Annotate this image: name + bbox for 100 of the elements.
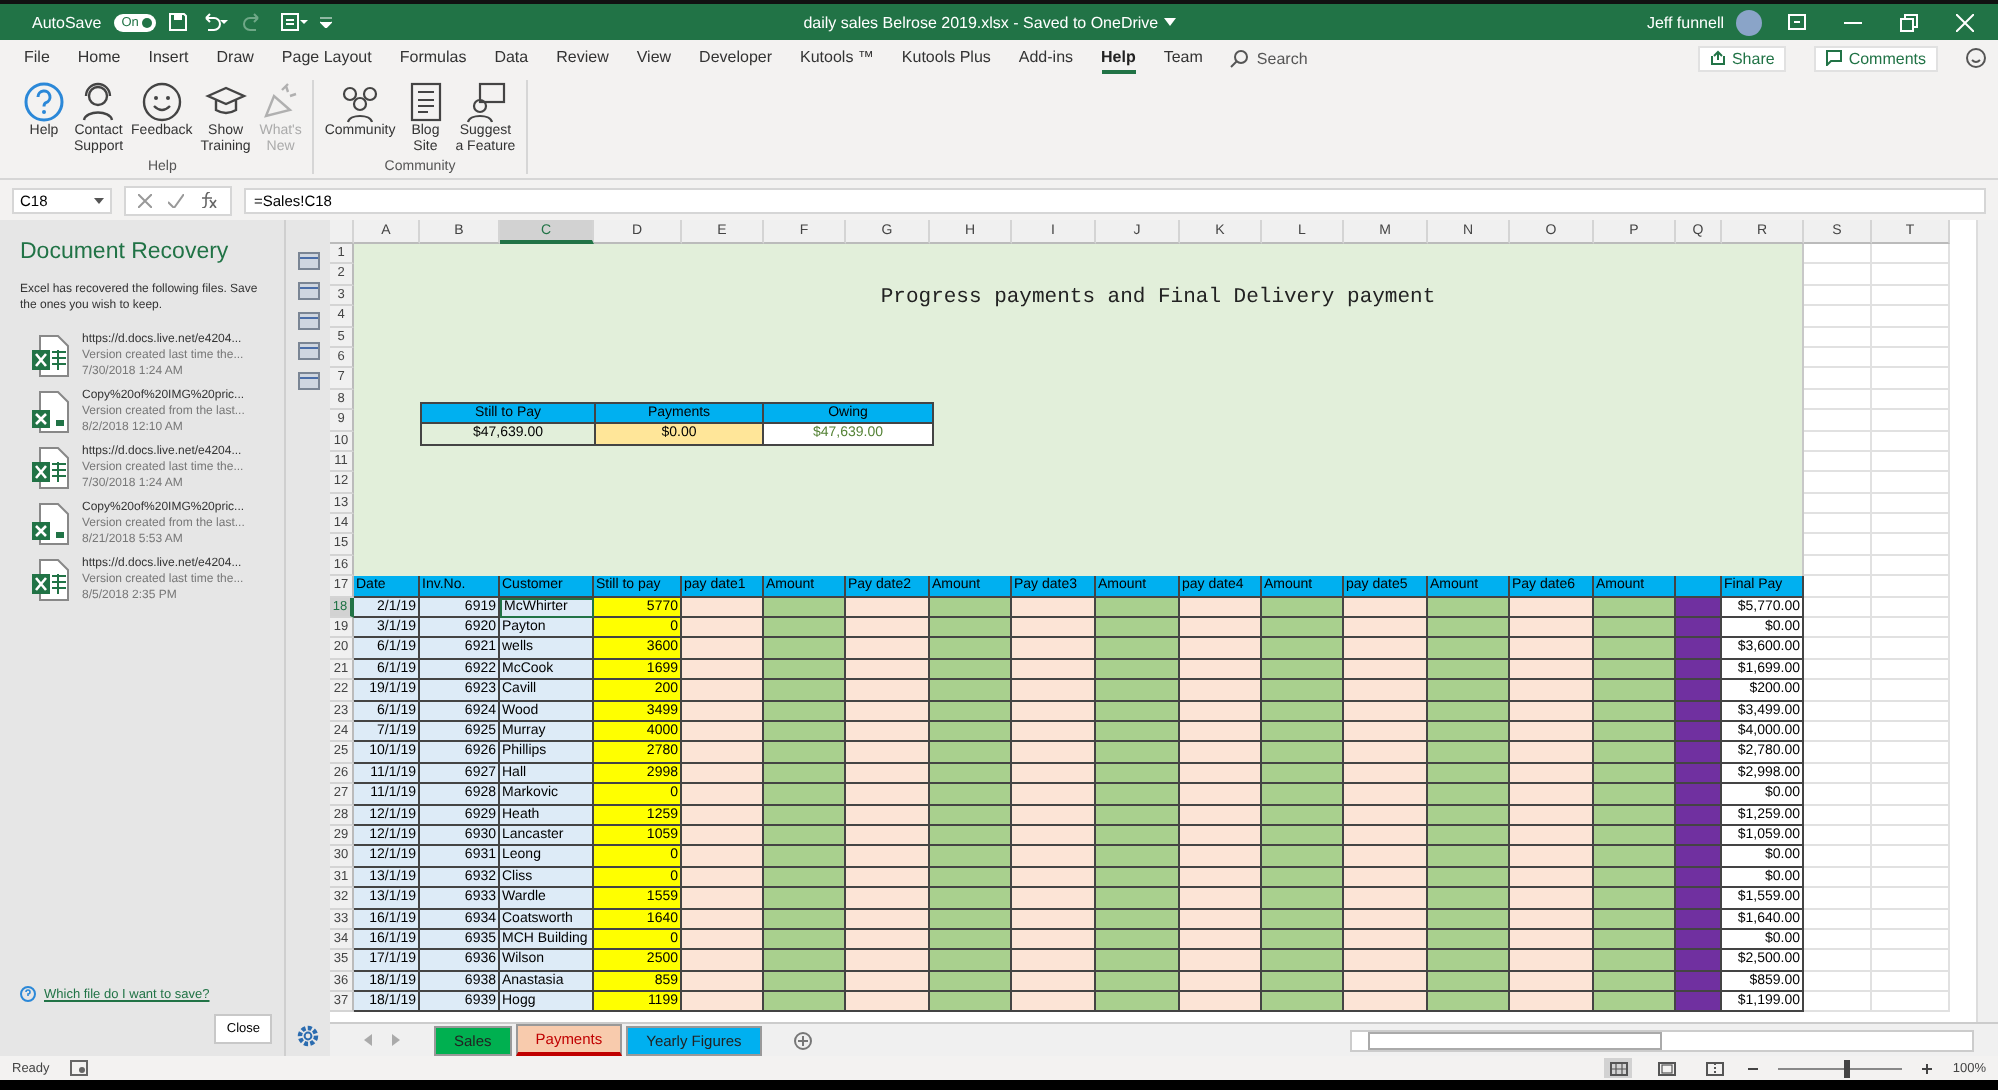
table-cell[interactable] — [1428, 638, 1510, 660]
table-cell[interactable] — [846, 680, 930, 702]
table-cell[interactable] — [1012, 825, 1096, 847]
table-cell[interactable] — [682, 888, 764, 909]
table-cell[interactable] — [1344, 992, 1428, 1013]
table-cell[interactable] — [682, 680, 764, 702]
table-cell[interactable] — [1594, 701, 1676, 722]
empty-cell[interactable] — [1804, 451, 1872, 473]
table-cell[interactable] — [1428, 846, 1510, 868]
ribbon-tab[interactable]: Home — [77, 43, 121, 73]
empty-cell[interactable] — [1872, 721, 1950, 743]
table-cell[interactable] — [1676, 992, 1722, 1013]
table-cell[interactable] — [1180, 680, 1262, 702]
table-cell[interactable] — [1262, 638, 1344, 660]
table-cell[interactable] — [930, 659, 1012, 681]
empty-cell[interactable] — [1804, 493, 1872, 515]
table-cell[interactable] — [930, 701, 1012, 722]
table-cell[interactable] — [1012, 721, 1096, 743]
table-cell[interactable] — [764, 846, 846, 868]
table-cell[interactable] — [1344, 680, 1428, 702]
comments-button[interactable]: Comments — [1814, 45, 1938, 71]
table-cell[interactable] — [682, 971, 764, 993]
table-cell[interactable] — [930, 721, 1012, 743]
table-cell[interactable] — [1510, 659, 1594, 681]
table-cell[interactable] — [1262, 929, 1344, 951]
table-cell[interactable] — [682, 721, 764, 743]
ribbon-tab[interactable]: Team — [1163, 43, 1203, 73]
table-cell[interactable] — [846, 992, 930, 1013]
table-cell[interactable] — [1180, 825, 1262, 847]
table-cell[interactable] — [846, 888, 930, 909]
table-cell[interactable] — [1096, 909, 1180, 930]
table-cell[interactable] — [846, 638, 930, 660]
table-cell[interactable] — [1180, 618, 1262, 639]
table-cell[interactable] — [846, 659, 930, 681]
table-cell[interactable] — [1344, 950, 1428, 972]
table-cell[interactable] — [764, 763, 846, 785]
empty-cell[interactable] — [1872, 285, 1950, 307]
table-cell[interactable] — [1676, 846, 1722, 868]
table-cell[interactable] — [1012, 929, 1096, 951]
table-cell[interactable] — [1096, 846, 1180, 868]
table-cell[interactable] — [1510, 680, 1594, 702]
table-cell[interactable] — [1428, 721, 1510, 743]
empty-cell[interactable] — [1872, 368, 1950, 390]
table-cell[interactable] — [1510, 825, 1594, 847]
table-cell[interactable] — [1510, 638, 1594, 660]
table-cell[interactable] — [930, 888, 1012, 909]
table-cell[interactable] — [930, 992, 1012, 1013]
table-cell[interactable] — [1180, 597, 1262, 619]
user-name[interactable]: Jeff funnell — [1646, 13, 1724, 31]
table-cell[interactable] — [1096, 721, 1180, 743]
table-cell[interactable] — [1594, 867, 1676, 889]
table-cell[interactable] — [1344, 659, 1428, 681]
table-cell[interactable] — [1180, 638, 1262, 660]
table-cell[interactable] — [1262, 950, 1344, 972]
table-cell[interactable] — [1262, 909, 1344, 930]
table-cell[interactable] — [1262, 701, 1344, 722]
empty-cell[interactable] — [1872, 306, 1950, 328]
empty-cell[interactable] — [1872, 971, 1950, 993]
ribbon-tab[interactable]: Kutools Plus — [901, 43, 991, 73]
table-cell[interactable] — [1344, 805, 1428, 826]
table-cell[interactable] — [930, 950, 1012, 972]
table-cell[interactable] — [764, 618, 846, 639]
customize-caret-icon[interactable] — [320, 16, 333, 28]
table-cell[interactable] — [1594, 597, 1676, 619]
empty-cell[interactable] — [1804, 431, 1872, 452]
table-cell[interactable] — [1594, 929, 1676, 951]
table-cell[interactable] — [1012, 701, 1096, 722]
table-cell[interactable] — [1594, 659, 1676, 681]
table-cell[interactable] — [1676, 784, 1722, 806]
table-cell[interactable] — [1180, 846, 1262, 868]
table-cell[interactable] — [1180, 701, 1262, 722]
table-cell[interactable] — [1180, 992, 1262, 1013]
table-cell[interactable] — [1012, 950, 1096, 972]
table-cell[interactable] — [682, 638, 764, 660]
table-cell[interactable] — [1344, 597, 1428, 619]
table-cell[interactable] — [1180, 950, 1262, 972]
table-cell[interactable] — [1096, 950, 1180, 972]
table-cell[interactable] — [1180, 909, 1262, 930]
table-cell[interactable] — [1012, 597, 1096, 619]
table-cell[interactable] — [764, 825, 846, 847]
empty-cell[interactable] — [1872, 431, 1950, 452]
table-cell[interactable] — [1262, 888, 1344, 909]
table-cell[interactable] — [682, 618, 764, 639]
empty-cell[interactable] — [1872, 742, 1950, 764]
table-cell[interactable] — [1510, 888, 1594, 909]
ribbon-tab[interactable]: File — [24, 43, 50, 73]
cancel-icon[interactable] — [138, 193, 152, 207]
table-cell[interactable] — [1594, 721, 1676, 743]
table-cell[interactable] — [1428, 784, 1510, 806]
table-cell[interactable] — [1262, 992, 1344, 1013]
table-cell[interactable] — [764, 597, 846, 619]
table-cell[interactable] — [682, 846, 764, 868]
table-cell[interactable] — [1510, 805, 1594, 826]
table-cell[interactable] — [846, 950, 930, 972]
table-cell[interactable] — [930, 618, 1012, 639]
table-cell[interactable] — [1594, 680, 1676, 702]
empty-cell[interactable] — [1804, 347, 1872, 369]
table-cell[interactable] — [1096, 971, 1180, 993]
table-cell[interactable] — [1096, 805, 1180, 826]
table-cell[interactable] — [1180, 742, 1262, 764]
